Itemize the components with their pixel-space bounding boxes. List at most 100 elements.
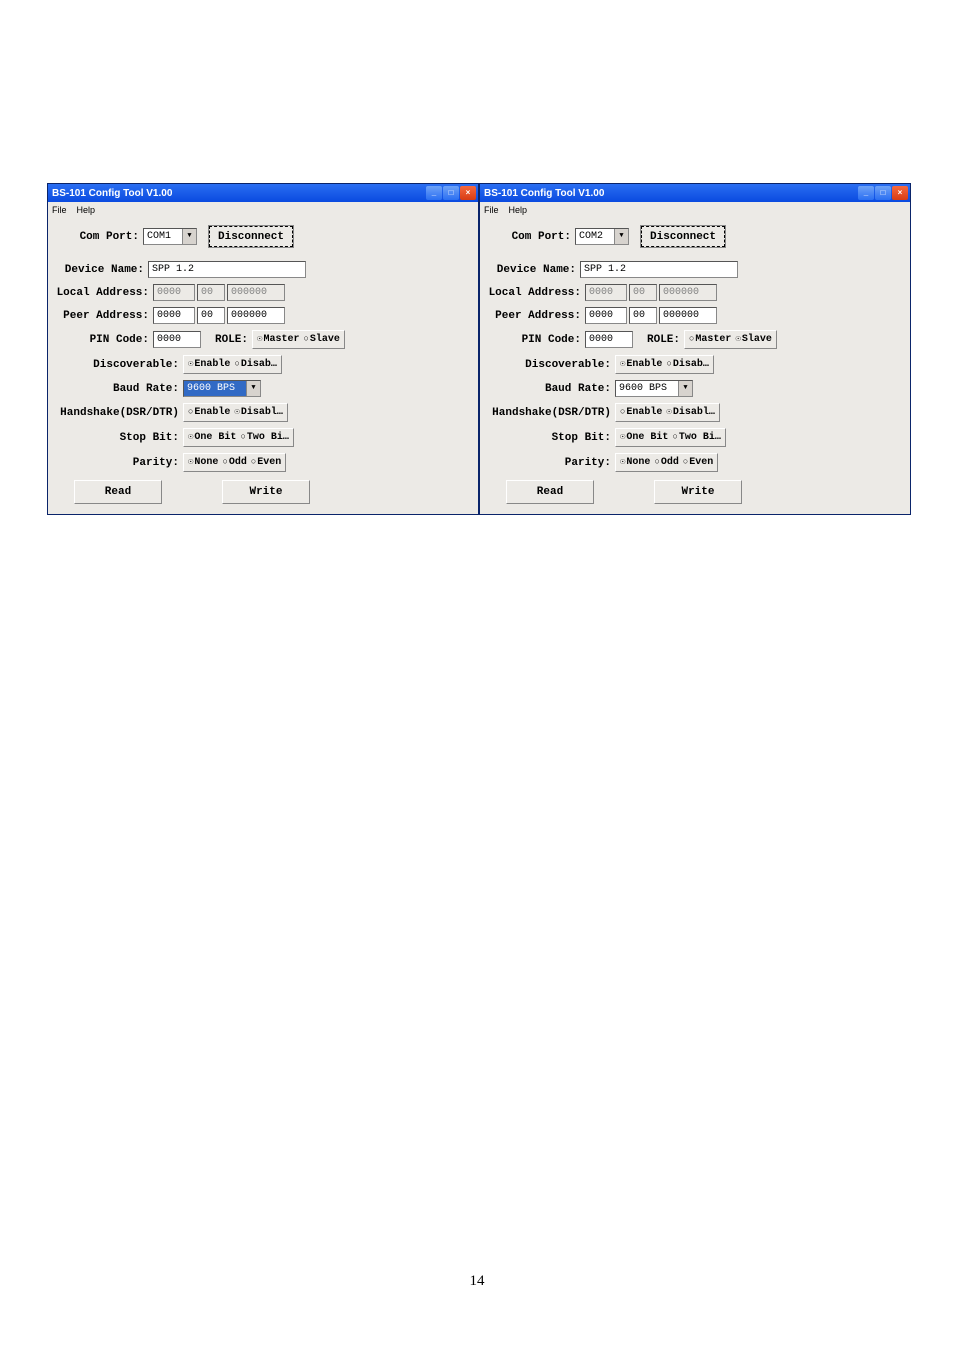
stopbit-one: One Bit	[194, 432, 236, 443]
config-window-2: BS-101 Config Tool V1.00 _ □ × File Help…	[479, 183, 911, 515]
write-button[interactable]: Write	[654, 480, 742, 504]
handshake-enable: Enable	[194, 407, 230, 418]
close-icon[interactable]: ×	[892, 186, 908, 200]
maximize-icon[interactable]: □	[875, 186, 891, 200]
stop-bit-radio-group[interactable]: ☉One Bit ○Two Bi…	[183, 428, 294, 447]
role-slave: Slave	[742, 334, 772, 345]
menu-help[interactable]: Help	[509, 205, 528, 215]
device-name-input[interactable]: SPP 1.2	[580, 261, 738, 278]
role-label: ROLE:	[647, 334, 680, 346]
write-button[interactable]: Write	[222, 480, 310, 504]
baud-rate-label: Baud Rate:	[44, 383, 183, 395]
handshake-radio-group[interactable]: ○Enable ☉Disabl…	[183, 403, 288, 422]
role-radio-group[interactable]: ○Master ☉Slave	[684, 330, 777, 349]
com-port-select[interactable]: COM2 ▼	[575, 228, 629, 245]
handshake-label: Handshake(DSR/DTR)	[476, 407, 615, 419]
peer-addr-b[interactable]: 00	[629, 307, 657, 324]
disconnect-button[interactable]: Disconnect	[209, 226, 293, 247]
peer-address-label: Peer Address:	[14, 310, 153, 322]
handshake-disable: Disabl…	[241, 407, 283, 418]
pin-code-input[interactable]: 0000	[153, 331, 201, 348]
parity-odd: Odd	[229, 457, 247, 468]
stop-bit-label: Stop Bit:	[44, 432, 183, 444]
radio-unselected-icon: ○	[303, 334, 308, 344]
stopbit-two: Two Bi…	[679, 432, 721, 443]
discoverable-disable: Disab…	[241, 359, 277, 370]
peer-addr-a[interactable]: 0000	[153, 307, 195, 324]
titlebar[interactable]: BS-101 Config Tool V1.00 _ □ ×	[48, 184, 478, 202]
com-port-label: Com Port:	[436, 231, 575, 243]
chevron-down-icon[interactable]: ▼	[182, 229, 196, 244]
peer-addr-b[interactable]: 00	[197, 307, 225, 324]
handshake-radio-group[interactable]: ○Enable ☉Disabl…	[615, 403, 720, 422]
local-addr-c: 000000	[227, 284, 285, 301]
discoverable-label: Discoverable:	[44, 359, 183, 371]
stopbit-two: Two Bi…	[247, 432, 289, 443]
parity-odd: Odd	[661, 457, 679, 468]
menubar: File Help	[480, 202, 910, 218]
close-icon[interactable]: ×	[460, 186, 476, 200]
config-window-1: BS-101 Config Tool V1.00 _ □ × File Help…	[47, 183, 479, 515]
stop-bit-label: Stop Bit:	[476, 432, 615, 444]
discoverable-enable: Enable	[626, 359, 662, 370]
parity-none: None	[626, 457, 650, 468]
handshake-label: Handshake(DSR/DTR)	[44, 407, 183, 419]
menubar: File Help	[48, 202, 478, 218]
chevron-down-icon[interactable]: ▼	[678, 381, 692, 396]
local-addr-b: 00	[197, 284, 225, 301]
peer-addr-a[interactable]: 0000	[585, 307, 627, 324]
menu-file[interactable]: File	[484, 205, 499, 215]
maximize-icon[interactable]: □	[443, 186, 459, 200]
peer-address-label: Peer Address:	[446, 310, 585, 322]
window-title: BS-101 Config Tool V1.00	[484, 188, 604, 199]
parity-label: Parity:	[476, 457, 615, 469]
device-name-label: Device Name:	[9, 264, 148, 276]
parity-none: None	[194, 457, 218, 468]
role-slave: Slave	[310, 334, 340, 345]
role-label: ROLE:	[215, 334, 248, 346]
read-button[interactable]: Read	[74, 480, 162, 504]
discoverable-enable: Enable	[194, 359, 230, 370]
parity-radio-group[interactable]: ☉None ○Odd ○Even	[615, 453, 718, 472]
peer-addr-c[interactable]: 000000	[659, 307, 717, 324]
com-port-select[interactable]: COM1 ▼	[143, 228, 197, 245]
title-buttons: _ □ ×	[858, 186, 908, 200]
pin-code-input[interactable]: 0000	[585, 331, 633, 348]
pin-code-label: PIN Code:	[446, 334, 585, 346]
window-title: BS-101 Config Tool V1.00	[52, 188, 172, 199]
title-buttons: _ □ ×	[426, 186, 476, 200]
disconnect-button[interactable]: Disconnect	[641, 226, 725, 247]
parity-even: Even	[257, 457, 281, 468]
minimize-icon[interactable]: _	[426, 186, 442, 200]
local-addr-a: 0000	[585, 284, 627, 301]
peer-addr-c[interactable]: 000000	[227, 307, 285, 324]
menu-help[interactable]: Help	[77, 205, 96, 215]
baud-rate-select[interactable]: 9600 BPS ▼	[615, 380, 693, 397]
discoverable-radio-group[interactable]: ☉Enable ○Disab…	[615, 355, 714, 374]
parity-radio-group[interactable]: ☉None ○Odd ○Even	[183, 453, 286, 472]
discoverable-label: Discoverable:	[476, 359, 615, 371]
baud-rate-select[interactable]: 9600 BPS ▼	[183, 380, 261, 397]
page-number: 14	[0, 1273, 954, 1290]
menu-file[interactable]: File	[52, 205, 67, 215]
chevron-down-icon[interactable]: ▼	[614, 229, 628, 244]
role-master: Master	[263, 334, 299, 345]
device-name-label: Device Name:	[441, 264, 580, 276]
com-port-value: COM1	[147, 229, 171, 244]
local-addr-b: 00	[629, 284, 657, 301]
minimize-icon[interactable]: _	[858, 186, 874, 200]
windows-row: BS-101 Config Tool V1.00 _ □ × File Help…	[47, 183, 911, 515]
role-radio-group[interactable]: ☉Master ○Slave	[252, 330, 345, 349]
stop-bit-radio-group[interactable]: ☉One Bit ○Two Bi…	[615, 428, 726, 447]
handshake-enable: Enable	[626, 407, 662, 418]
chevron-down-icon[interactable]: ▼	[246, 381, 260, 396]
stopbit-one: One Bit	[626, 432, 668, 443]
discoverable-radio-group[interactable]: ☉Enable ○Disab…	[183, 355, 282, 374]
read-button[interactable]: Read	[506, 480, 594, 504]
client-area: Com Port: COM2 ▼ Disconnect Device Name:…	[480, 218, 910, 514]
com-port-value: COM2	[579, 229, 603, 244]
device-name-input[interactable]: SPP 1.2	[148, 261, 306, 278]
titlebar[interactable]: BS-101 Config Tool V1.00 _ □ ×	[480, 184, 910, 202]
discoverable-disable: Disab…	[673, 359, 709, 370]
role-master: Master	[695, 334, 731, 345]
